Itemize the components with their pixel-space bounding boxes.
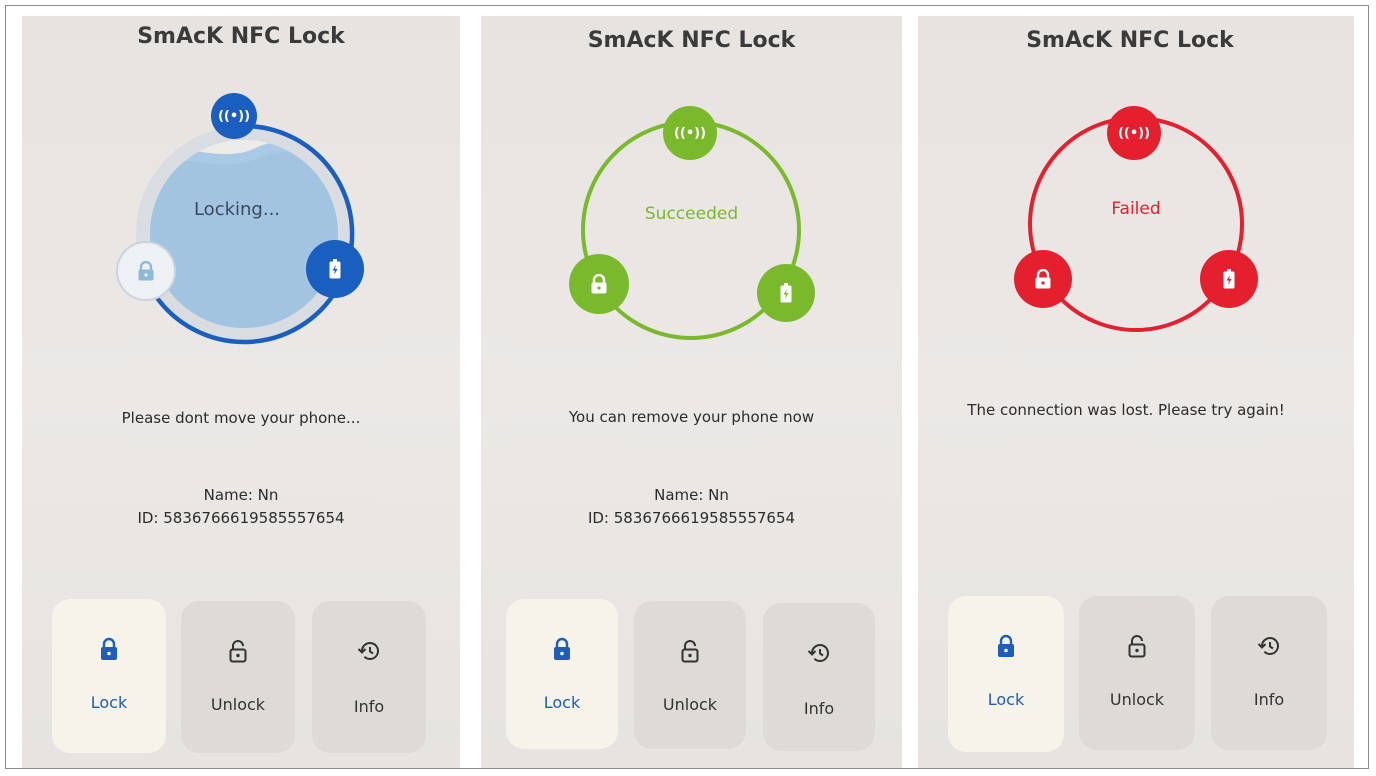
nav-label: Info — [1253, 690, 1285, 709]
lock-open-icon — [1128, 635, 1146, 658]
status-message: You can remove your phone now — [568, 408, 815, 426]
status-message: Please dont move your phone... — [121, 409, 361, 427]
battery-charging-icon — [329, 259, 341, 279]
nfc-icon: ((•)) — [1117, 125, 1151, 141]
lock-icon — [101, 637, 117, 660]
lock-open-icon — [681, 640, 699, 663]
history-icon — [807, 644, 829, 662]
history-icon — [357, 642, 379, 660]
device-info: Name: Nn ID: 5836766619585557654 — [481, 484, 902, 530]
battery-node — [306, 240, 364, 298]
lock-icon — [591, 274, 607, 294]
nfc-node: ((•)) — [1107, 106, 1161, 160]
lock-icon — [138, 261, 154, 281]
device-name: Name: Nn — [654, 486, 729, 504]
lock-node — [569, 254, 629, 314]
nav-label: Unlock — [210, 695, 266, 714]
app-title: SmAcK NFC Lock — [1026, 28, 1234, 53]
nav-lock[interactable]: Lock — [948, 596, 1064, 752]
status-message: The connection was lost. Please try agai… — [967, 401, 1285, 419]
nav-label: Lock — [543, 693, 581, 712]
battery-node — [1200, 250, 1258, 308]
nav-unlock[interactable]: Unlock — [181, 601, 295, 753]
nav-label: Unlock — [662, 695, 718, 714]
device-id: ID: 5836766619585557654 — [137, 509, 345, 527]
app-title: SmAcK NFC Lock — [137, 24, 345, 49]
lock-icon — [554, 637, 570, 660]
screen-succeeded: SmAcK NFC Lock ((•)) Succeeded You can r… — [481, 16, 902, 768]
lock-node — [116, 241, 176, 301]
status-text: Locking... — [193, 199, 281, 220]
history-icon — [1257, 637, 1279, 655]
status-text: Succeeded — [644, 204, 739, 224]
nav-label: Unlock — [1109, 690, 1165, 709]
nav-unlock[interactable]: Unlock — [1079, 596, 1195, 750]
lock-icon — [998, 634, 1014, 657]
nav-label: Lock — [90, 693, 128, 712]
battery-node — [757, 264, 815, 322]
screen-failed: SmAcK NFC Lock ((•)) Failed The connecti… — [918, 16, 1354, 768]
nav-info[interactable]: Info — [1211, 596, 1327, 750]
nfc-node: ((•)) — [663, 106, 717, 160]
app-title: SmAcK NFC Lock — [587, 28, 796, 53]
device-id: ID: 5836766619585557654 — [587, 509, 796, 527]
nfc-node: ((•)) — [211, 93, 257, 139]
screen-locking: SmAcK NFC Lock ((•)) Locking... Please d… — [22, 16, 460, 768]
device-name: Name: Nn — [203, 486, 279, 504]
nav-info[interactable]: Info — [763, 603, 875, 751]
nav-lock[interactable]: Lock — [52, 599, 166, 753]
nav-info[interactable]: Info — [312, 601, 426, 753]
nfc-icon: ((•)) — [217, 108, 251, 124]
status-text: Failed — [1111, 199, 1161, 219]
device-info: Name: Nn ID: 5836766619585557654 — [22, 484, 460, 530]
nav-label: Info — [803, 699, 835, 718]
lock-node — [1014, 250, 1072, 308]
nav-lock[interactable]: Lock — [506, 599, 618, 749]
battery-charging-icon — [1223, 269, 1235, 289]
battery-charging-icon — [780, 283, 792, 303]
nav-label: Info — [353, 697, 385, 716]
lock-icon — [1035, 269, 1051, 289]
nav-unlock[interactable]: Unlock — [634, 601, 746, 749]
nav-label: Lock — [987, 690, 1025, 709]
nfc-icon: ((•)) — [673, 125, 707, 141]
lock-open-icon — [229, 640, 247, 663]
